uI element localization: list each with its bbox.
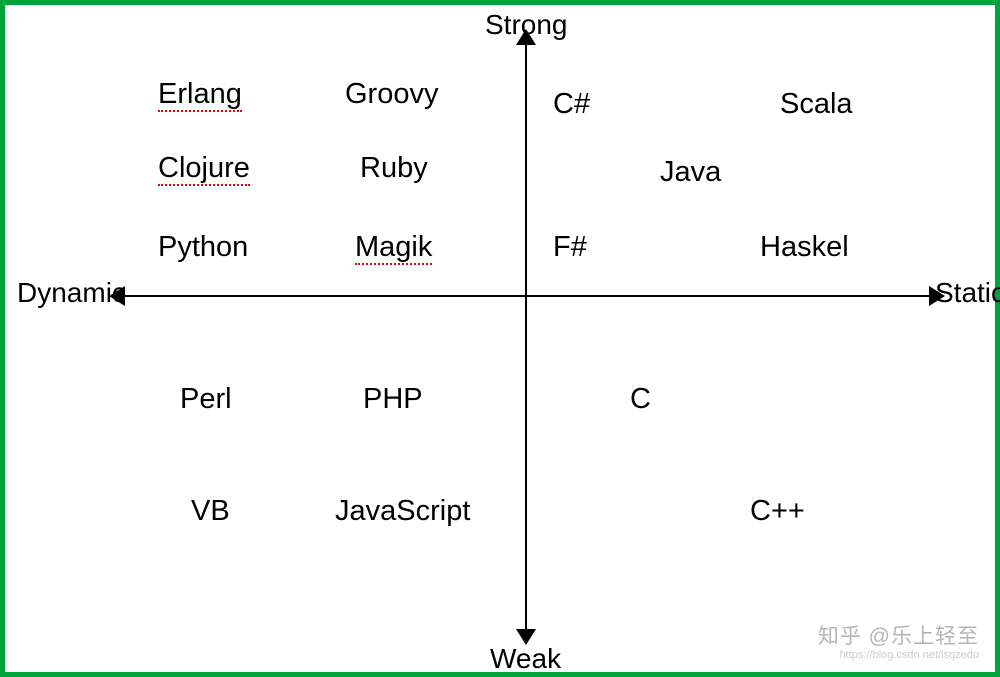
y-axis-line [525,41,527,633]
diagram-frame: Strong Weak Dynamic Static Erlang Groovy… [0,0,1000,677]
watermark-main: 知乎 @乐上轻至 [818,625,979,649]
lang-erlang: Erlang [158,78,242,112]
lang-groovy: Groovy [345,78,438,111]
x-axis-line [123,295,933,297]
axis-label-strong: Strong [485,9,568,41]
lang-php: PHP [363,383,423,416]
lang-javascript: JavaScript [335,495,470,528]
lang-cpp: C++ [750,495,805,528]
lang-python: Python [158,231,248,264]
lang-perl: Perl [180,383,232,416]
axis-label-static: Static [935,277,1000,309]
lang-haskel: Haskel [760,231,849,264]
axis-label-weak: Weak [490,643,561,675]
lang-csharp: C# [553,88,590,121]
axis-label-dynamic: Dynamic [17,277,126,309]
lang-c: C [630,383,651,416]
lang-scala: Scala [780,88,853,121]
lang-vb: VB [191,495,230,528]
quadrant-plot: Strong Weak Dynamic Static Erlang Groovy… [5,5,995,672]
lang-java: Java [660,156,721,189]
lang-magik: Magik [355,231,432,265]
lang-ruby: Ruby [360,152,428,185]
lang-clojure: Clojure [158,152,250,186]
watermark: 知乎 @乐上轻至 https://blog.csdn.net/lsqzedu [818,625,979,662]
lang-fsharp: F# [553,231,587,264]
watermark-sub: https://blog.csdn.net/lsqzedu [818,649,979,662]
